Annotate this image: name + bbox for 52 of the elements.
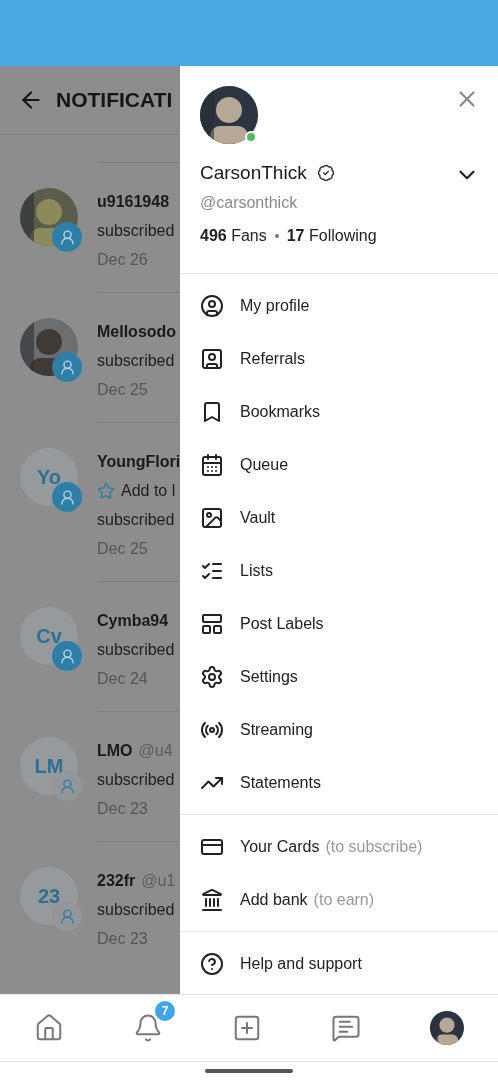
profile-avatar-button[interactable] <box>429 1011 464 1045</box>
separator-dot <box>274 234 279 238</box>
notification-date: Dec 25 <box>97 539 148 558</box>
menu-item[interactable]: Settings <box>180 650 498 703</box>
avatar[interactable] <box>200 86 258 144</box>
image-icon <box>200 505 224 530</box>
new-post-tab[interactable] <box>232 1013 262 1043</box>
notification-text: subscribed <box>97 900 175 919</box>
menu-item[interactable]: Help and support <box>180 937 498 990</box>
user-square-icon <box>200 346 224 371</box>
page-title: NOTIFICATI <box>56 88 173 112</box>
count-badge: 7 <box>155 1001 176 1021</box>
notification-date: Dec 23 <box>97 929 148 948</box>
menu-item[interactable]: Statements <box>180 756 498 809</box>
messages-tab[interactable] <box>330 1013 361 1043</box>
profile-stat[interactable]: 496 Fans <box>200 227 267 245</box>
notification-date: Dec 25 <box>97 380 148 399</box>
settings-icon <box>200 664 224 689</box>
menu-item[interactable]: Streaming <box>180 703 498 756</box>
menu-item[interactable]: Queue <box>180 438 498 491</box>
calendar-icon <box>200 452 224 477</box>
notification-text: subscribed <box>97 770 175 789</box>
notification-text: subscribed <box>97 351 175 370</box>
notification-text: subscribed <box>97 221 175 240</box>
user-name[interactable]: u9161948 <box>97 192 170 211</box>
user-name[interactable]: Cymba94 <box>97 611 169 630</box>
user-name[interactable]: YoungFlori <box>97 452 180 471</box>
notification-date: Dec 23 <box>97 799 148 818</box>
menu-item[interactable]: Referrals <box>180 332 498 385</box>
menu-item[interactable]: Post Labels <box>180 597 498 650</box>
user-name[interactable]: LMO <box>97 741 133 760</box>
user-name[interactable]: 232fr <box>97 871 136 890</box>
user-name[interactable]: Mellosodo <box>97 322 177 341</box>
menu-item[interactable]: Vault <box>180 491 498 544</box>
menu-item[interactable]: Lists <box>180 544 498 597</box>
add-to-list-link[interactable]: Add to l <box>121 481 176 500</box>
notification-text: subscribed <box>97 510 175 529</box>
star-icon[interactable] <box>97 481 115 500</box>
panel-icon <box>200 611 224 636</box>
profile-name[interactable]: CarsonThick <box>200 162 307 184</box>
profile-handle: @carsonthick <box>200 194 299 212</box>
bank-icon <box>200 887 224 912</box>
help-icon <box>200 951 224 976</box>
notification-date: Dec 26 <box>97 250 148 269</box>
menu-item[interactable]: Your Cards (to subscribe) <box>180 820 498 873</box>
profile-stat[interactable]: 17 Following <box>286 227 377 245</box>
user-circle-icon <box>200 293 224 318</box>
notification-text: subscribed <box>97 640 175 659</box>
menu-item[interactable]: My profile <box>180 279 498 332</box>
notification-date: Dec 24 <box>97 669 148 688</box>
menu-item[interactable]: Bookmarks <box>180 385 498 438</box>
menu-item[interactable]: Add bank (to earn) <box>180 873 498 926</box>
